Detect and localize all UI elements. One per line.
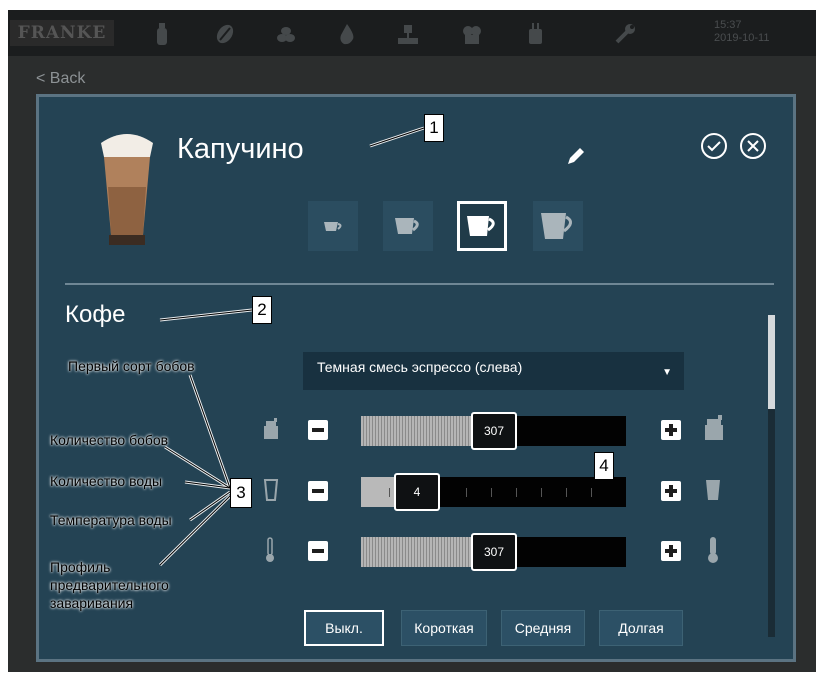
annotation-bean-amount: Количество бобов [50, 432, 169, 448]
annotation-prebrew-profile: Профиль предварительного заваривания [50, 559, 169, 611]
callout-2: 2 [252, 296, 272, 324]
callout-4: 4 [594, 452, 614, 480]
annotation-first-bean-type: Первый сорт бобов [68, 358, 195, 374]
callout-3: 3 [230, 478, 252, 508]
callout-1: 1 [424, 114, 444, 142]
annotation-water-temperature: Температура воды [50, 512, 172, 528]
annotation-water-amount: Количество воды [50, 473, 163, 489]
